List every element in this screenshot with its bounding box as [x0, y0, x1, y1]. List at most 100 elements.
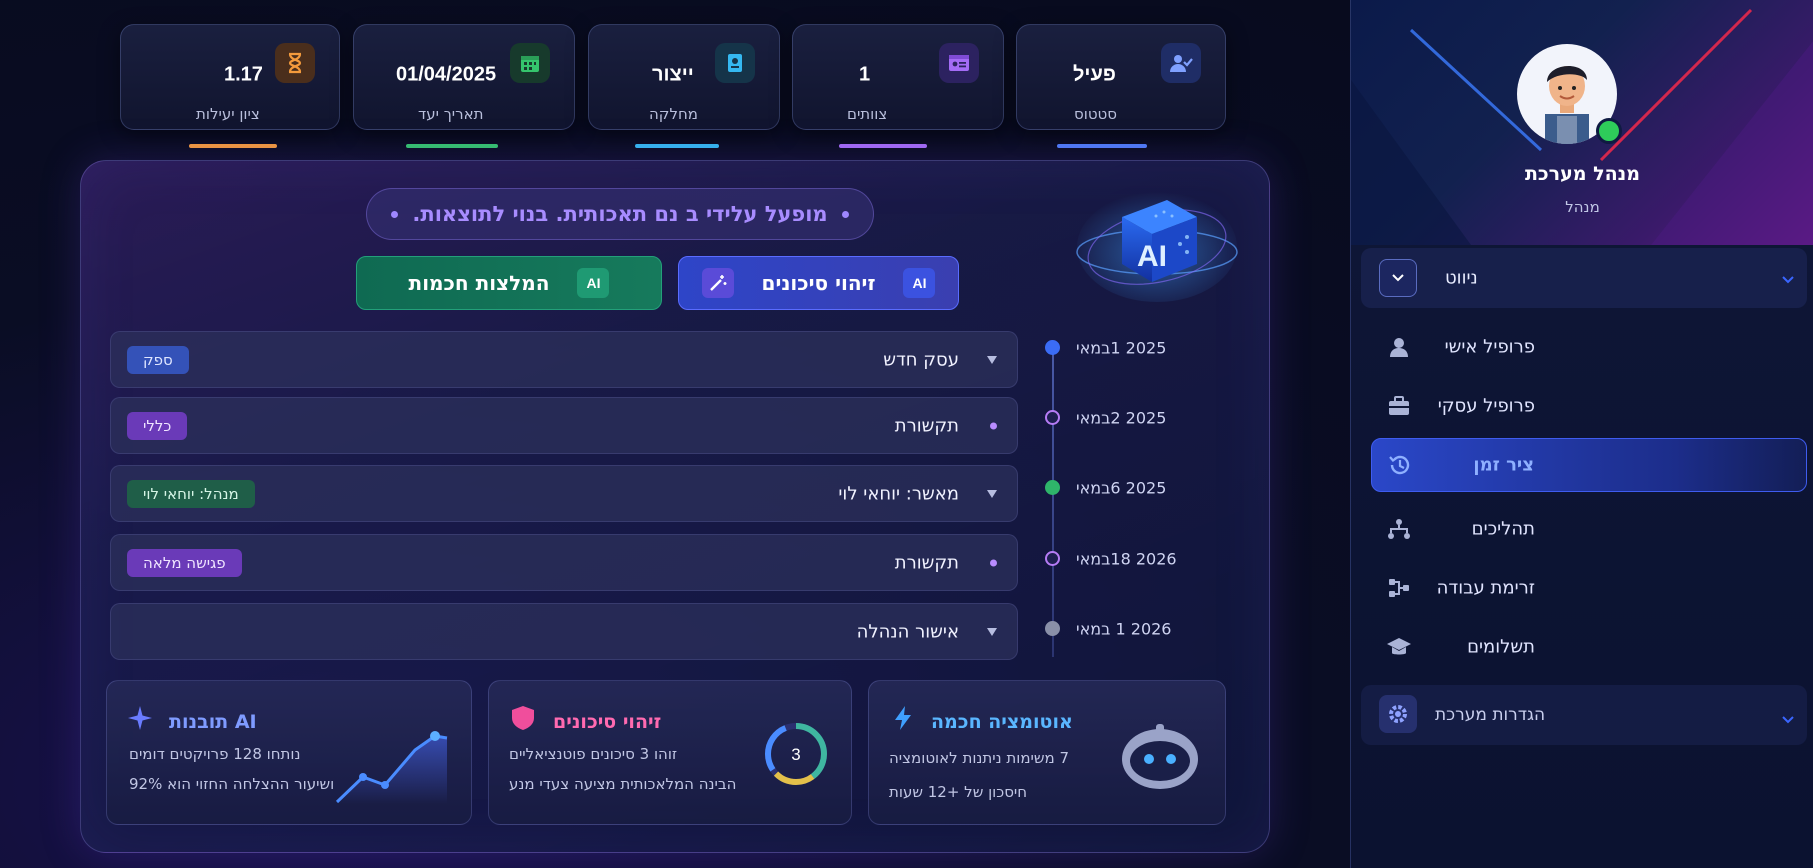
- stat-card-department: ייצור מחלקה: [588, 24, 780, 148]
- sidebar-item-workflow[interactable]: זרימת עבודה: [1371, 561, 1807, 615]
- chevron-down-icon[interactable]: [1781, 710, 1795, 729]
- expand-arrow-icon[interactable]: [987, 355, 997, 364]
- tab-label: המלצות חכמות: [408, 271, 550, 295]
- settings-label: הגדרות מערכת: [1435, 705, 1546, 725]
- chevron-down-icon[interactable]: [1379, 259, 1417, 297]
- briefcase-icon: [1385, 392, 1413, 420]
- sidebar-item-label: זרימת עבודה: [1436, 577, 1535, 599]
- workflow-icon: [1385, 574, 1413, 602]
- ai-badge: AI: [577, 268, 610, 298]
- stat-value: 1.17: [224, 63, 263, 86]
- sidebar-item-label: תשלומים: [1467, 636, 1535, 658]
- graduation-cap-icon: [1385, 633, 1413, 661]
- sparkle-icon: [127, 705, 153, 735]
- timeline-date: 2025 6במאי: [1076, 478, 1167, 498]
- tab-smart-recommendations[interactable]: AI המלצות חכמות: [356, 256, 662, 310]
- timeline-date: 2025 2במאי: [1076, 408, 1167, 428]
- ai-badge: AI: [903, 268, 936, 298]
- ai-cube-logo: AI: [1072, 182, 1242, 307]
- row-tag: כללי: [127, 411, 188, 440]
- stat-value: ייצור: [652, 63, 694, 86]
- gear-icon: [1379, 695, 1417, 733]
- row-title: מאשר: יוחאי לוי: [838, 483, 959, 504]
- stat-value: 01/04/2025: [396, 63, 497, 86]
- powered-by-banner: מופעל עלידי ב נם תאכותית. בנוי לתוצאות.: [366, 188, 874, 240]
- timeline-row[interactable]: תקשורת פגישה מלאה: [110, 534, 1018, 591]
- stat-value: 1: [859, 63, 871, 86]
- chevron-down-icon[interactable]: [1781, 270, 1795, 289]
- row-tag: פגישה מלאה: [127, 548, 242, 577]
- stat-card-status: פעיל סטטוס: [1016, 24, 1226, 148]
- card-title: תובנות AI: [169, 711, 257, 733]
- user-name: מנהל מערכת: [1524, 163, 1641, 185]
- sidebar-item-payments[interactable]: תשלומים: [1371, 620, 1807, 674]
- card-line: הבינה המלאכותית מציעה צעדי מנע: [509, 775, 737, 793]
- stat-accent-bar: [189, 144, 277, 148]
- bullet-dot: [391, 210, 399, 218]
- expand-arrow-icon[interactable]: [987, 489, 997, 498]
- id-card-icon: [939, 43, 979, 83]
- nav-section-label: ניווט: [1445, 267, 1478, 289]
- calendar-icon: [510, 43, 550, 83]
- timeline-row[interactable]: מאשר: יוחאי לוי מנהל: יוחאי לוי: [110, 465, 1018, 522]
- expand-arrow-icon[interactable]: [987, 627, 997, 636]
- hierarchy-icon: [1385, 515, 1413, 543]
- sidebar-item-label: ציר זמן: [1473, 454, 1534, 476]
- stat-label: ציון יעילות: [196, 105, 260, 123]
- bullet-dot: [841, 210, 849, 218]
- magic-wand-icon: [701, 268, 734, 298]
- user-check-icon: [1161, 43, 1201, 83]
- timeline-date: 2026 18במאי: [1076, 549, 1177, 569]
- stat-label: צוותים: [847, 105, 888, 123]
- sidebar-item-processes[interactable]: תהליכים: [1371, 502, 1807, 556]
- stat-accent-bar: [406, 144, 498, 148]
- stat-card-efficiency: 1.17 ציון יעילות: [120, 24, 340, 148]
- stat-label: תאריך יעד: [418, 105, 484, 123]
- timeline-row[interactable]: עסק חדש ספק: [110, 331, 1018, 388]
- ai-logo-text: AI: [1137, 240, 1167, 273]
- ai-insights-card: תובנות AI נותחו 128 פרויקטים דומים ושיעו…: [106, 680, 472, 825]
- badge-icon: [715, 43, 755, 83]
- nav-section-header[interactable]: ניווט: [1361, 248, 1807, 308]
- stat-accent-bar: [1057, 144, 1147, 148]
- sidebar-item-label: פרופיל אישי: [1444, 336, 1535, 358]
- shield-icon: [511, 705, 535, 735]
- stat-card-target-date: 01/04/2025 תאריך יעד: [353, 24, 575, 148]
- smart-automation-card: אוטומציה חכמה 7 משימות ניתנות לאוטומציה …: [868, 680, 1226, 825]
- timeline-row[interactable]: תקשורת כללי: [110, 397, 1018, 454]
- row-tag: ספק: [127, 345, 189, 374]
- card-title: זיהוי סיכונים: [553, 711, 662, 733]
- robot-icon: [1122, 724, 1198, 789]
- sidebar-item-business-profile[interactable]: פרופיל עסקי: [1371, 379, 1807, 433]
- sidebar-item-label: תהליכים: [1471, 518, 1535, 540]
- row-title: תקשורת: [894, 415, 959, 436]
- timeline-row[interactable]: אישור הנהלה: [110, 603, 1018, 660]
- system-settings-section[interactable]: הגדרות מערכת: [1361, 685, 1807, 745]
- stat-label: סטטוס: [1074, 105, 1118, 123]
- timeline-dot: [1045, 340, 1060, 355]
- timeline-line: [1052, 345, 1054, 657]
- stat-value: פעיל: [1073, 63, 1116, 86]
- row-tag: מנהל: יוחאי לוי: [127, 479, 255, 508]
- online-status-indicator: [1596, 118, 1622, 144]
- sidebar-item-personal-profile[interactable]: פרופיל אישי: [1371, 320, 1807, 374]
- powered-by-text: מופעל עלידי ב נם תאכותית. בנוי לתוצאות.: [412, 202, 828, 226]
- stat-card-teams: 1 צוותים: [792, 24, 1004, 148]
- tab-risk-detection[interactable]: AI זיהוי סיכונים: [678, 256, 959, 310]
- row-title: אישור הנהלה: [856, 621, 959, 642]
- timeline-dot: [1045, 480, 1060, 495]
- user-icon: [1385, 333, 1413, 361]
- risk-detection-card: זיהוי סיכונים זוהו 3 סיכונים פוטנציאליים…: [488, 680, 852, 825]
- timeline-dot: [1045, 410, 1060, 425]
- tab-label: זיהוי סיכונים: [761, 271, 876, 295]
- timeline-dot: [1045, 621, 1060, 636]
- lightning-icon: [893, 705, 913, 735]
- history-icon: [1386, 451, 1414, 479]
- card-line: נותחו 128 פרויקטים דומים: [129, 745, 301, 763]
- sidebar-item-label: פרופיל עסקי: [1437, 395, 1535, 417]
- sidebar-item-timeline[interactable]: ציר זמן: [1371, 438, 1807, 492]
- timeline-date: 2025 1במאי: [1076, 338, 1167, 358]
- card-line: ושיעור ההצלחה החזוי הוא 92%: [129, 775, 335, 793]
- stat-accent-bar: [635, 144, 719, 148]
- card-line: חיסכון של +12 שעות: [889, 783, 1028, 801]
